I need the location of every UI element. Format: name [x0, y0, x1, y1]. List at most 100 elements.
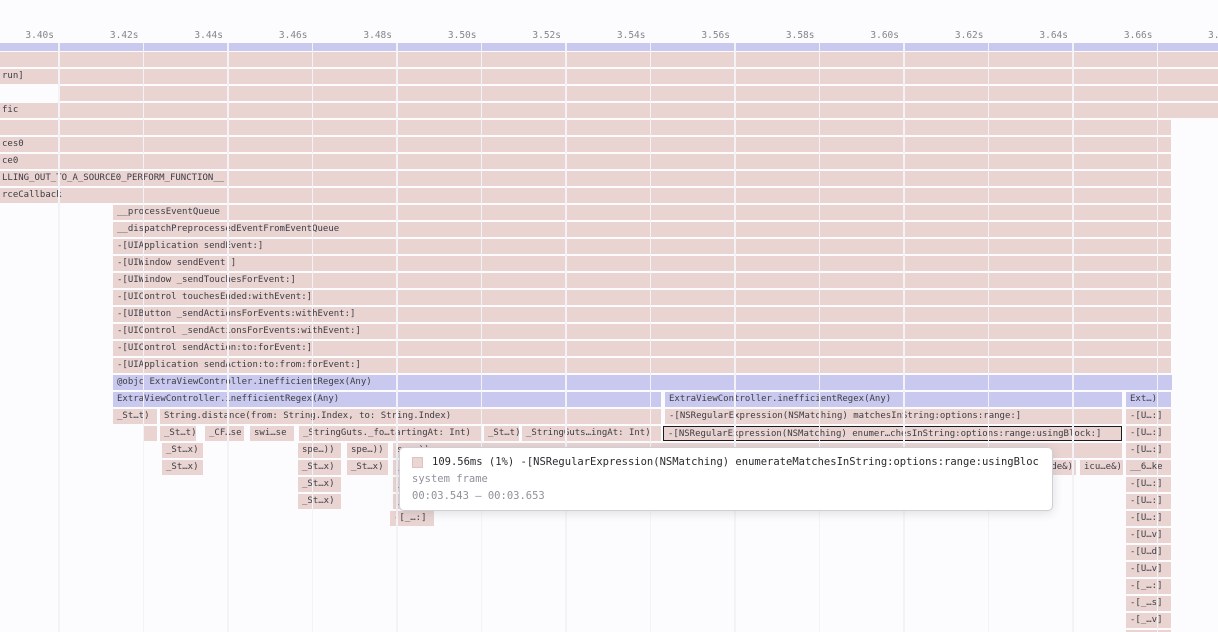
flame-bar[interactable]: run] [0, 69, 1218, 84]
flame-bar[interactable]: ExtraViewController.inefficientRegex(Any… [665, 392, 1122, 407]
flame-chart[interactable]: 3.40s3.42s3.44s3.46s3.48s3.50s3.52s3.54s… [0, 0, 1218, 632]
flame-bar-label: __processEventQueue [113, 205, 1171, 220]
ruler-tick-label: 3.52s [507, 29, 561, 42]
tooltip-frame-kind: system frame [412, 473, 1040, 485]
flame-bar-label: -[UIButton _sendActionsForEvents:withEve… [113, 307, 1171, 322]
flame-bar[interactable]: spe…)) [298, 443, 341, 458]
flame-bar[interactable]: Ext…) [1126, 392, 1171, 407]
flame-bar-label: _St…t) [113, 409, 157, 424]
flame-bar[interactable]: @objc ExtraViewController.inefficientReg… [113, 375, 1172, 390]
flame-bar[interactable]: _St…x) [347, 460, 388, 475]
flame-bar[interactable] [0, 43, 1218, 51]
flame-bar[interactable]: -[UIControl sendAction:to:forEvent:] [113, 341, 1171, 356]
flame-bar-label: spe…)) [298, 443, 341, 458]
ruler-tick-label: 3. [1208, 29, 1218, 42]
flame-bar-label: spe…)) [347, 443, 388, 458]
flame-bar-label: -[U…:] [1126, 409, 1171, 424]
flame-bar[interactable]: ExtraViewController.inefficientRegex(Any… [113, 392, 661, 407]
flame-bar[interactable] [143, 426, 157, 441]
flame-bar[interactable]: String.distance(from: String.Index, to: … [160, 409, 661, 424]
flame-bar[interactable]: _St…x) [162, 460, 203, 475]
flame-bar-label: _St…x) [162, 443, 203, 458]
flame-bar-label: -[_…:] [390, 511, 434, 526]
flame-bar[interactable] [0, 52, 1218, 67]
flame-bar-label: -[NSRegularExpression(NSMatching) matche… [665, 409, 1122, 424]
flame-bar-label: fic [0, 103, 1218, 118]
flame-bar-label: ExtraViewController.inefficientRegex(Any… [113, 392, 661, 407]
flame-bar-label-tail: de&) [1051, 460, 1073, 475]
flame-bar[interactable]: -[UIApplication sendEvent:] [113, 239, 1171, 254]
flame-bar[interactable]: -[U…:] [1126, 477, 1171, 492]
flame-bar-label: ce0 [0, 154, 1171, 169]
flame-bar-label: -[U…:] [1126, 477, 1171, 492]
flame-bar[interactable]: ce0 [0, 154, 1171, 169]
flame-bar-label: _StringGuts._fo…tartingAt: Int) [299, 426, 481, 441]
flame-bar-label: -[UIWindow _sendTouchesForEvent:] [113, 273, 1171, 288]
flame-bar-label: -[U…:] [1126, 426, 1171, 441]
flame-bar[interactable]: -[UIWindow sendEvent:] [113, 256, 1171, 271]
flame-bar[interactable]: -[U…:] [1126, 409, 1171, 424]
flame-bar[interactable] [59, 86, 1218, 101]
flame-bar[interactable]: -[U…v] [1126, 528, 1171, 543]
flame-bar[interactable]: -[UIControl touchesEnded:withEvent:] [113, 290, 1171, 305]
flame-bar[interactable]: fic [0, 103, 1218, 118]
flame-bar[interactable]: -[UIWindow _sendTouchesForEvent:] [113, 273, 1171, 288]
flame-bar[interactable]: -[_…:] [390, 511, 434, 526]
flame-bar[interactable]: -[U…d] [1126, 545, 1171, 560]
flame-bar[interactable]: __6…ke [1126, 460, 1171, 475]
ruler-tick-label: 3.62s [930, 29, 984, 42]
flame-bar[interactable]: _St…x) [298, 477, 341, 492]
flame-bar-label: -[UIControl touchesEnded:withEvent:] [113, 290, 1171, 305]
flame-bar[interactable]: -[_…v] [1126, 613, 1171, 628]
flame-bar-label: -[U…:] [1126, 494, 1171, 509]
flame-bar[interactable]: _StringGuts…ingAt: Int) [522, 426, 661, 441]
flame-bar[interactable]: _St…t) [113, 409, 157, 424]
flame-bar[interactable]: __processEventQueue [113, 205, 1171, 220]
flame-bar-label: String.distance(from: String.Index, to: … [160, 409, 661, 424]
flame-bar[interactable]: rceCallback [0, 188, 1171, 203]
flame-bar[interactable]: icu…e&) [1080, 460, 1123, 475]
flame-bar[interactable]: LLING_OUT_TO_A_SOURCE0_PERFORM_FUNCTION_… [0, 171, 1171, 186]
tooltip-duration-symbol: 109.56ms (1%) -[NSRegularExpression(NSMa… [432, 456, 1040, 468]
flame-bar[interactable]: -[U…:] [1126, 511, 1171, 526]
flame-bar[interactable]: -[UIButton _sendActionsForEvents:withEve… [113, 307, 1171, 322]
flame-bar-label: __dispatchPreprocessedEventFromEventQueu… [113, 222, 1171, 237]
flame-bar[interactable]: -[U…:] [1126, 443, 1171, 458]
flame-bar[interactable]: -[U…v] [1126, 562, 1171, 577]
flame-bar-label: swi…se [250, 426, 294, 441]
ruler-tick-label: 3.64s [1014, 29, 1068, 42]
flame-bar[interactable]: -[NSRegularExpression(NSMatching) matche… [665, 409, 1122, 424]
flame-bar[interactable]: _St…t) [484, 426, 519, 441]
flame-bar[interactable]: _St…t) [160, 426, 196, 441]
flame-bar[interactable]: -[U…:] [1126, 494, 1171, 509]
tooltip-time-range: 00:03.543 — 00:03.653 [412, 490, 1040, 502]
flame-bar[interactable]: -[_…s] [1126, 596, 1171, 611]
flame-bar[interactable]: -[UIControl _sendActionsForEvents:withEv… [113, 324, 1171, 339]
flame-bar-label: -[U…:] [1126, 443, 1171, 458]
flame-bar[interactable]: spe…)) [347, 443, 388, 458]
flame-bar[interactable]: -[U…:] [1126, 426, 1171, 441]
flame-bar-label: -[NSRegularExpression(NSMatching) enumer… [664, 427, 1121, 441]
flame-bar-label: _St…x) [347, 460, 388, 475]
flame-bar[interactable]: _CF…se [205, 426, 244, 441]
flame-bar[interactable]: _StringGuts._fo…tartingAt: Int) [299, 426, 481, 441]
flame-bar[interactable] [0, 120, 1171, 135]
tooltip: 109.56ms (1%) -[NSRegularExpression(NSMa… [399, 447, 1053, 511]
flame-bar-selected[interactable]: -[NSRegularExpression(NSMatching) enumer… [663, 426, 1122, 441]
flame-bar[interactable]: _St…x) [298, 460, 341, 475]
flame-bar-label: ExtraViewController.inefficientRegex(Any… [665, 392, 1122, 407]
flame-bar[interactable]: ces0 [0, 137, 1171, 152]
flame-bar[interactable]: swi…se [250, 426, 294, 441]
flame-bar[interactable]: _St…x) [298, 494, 341, 509]
flame-bar-label: _CF…se [205, 426, 244, 441]
flame-bar-label: -[UIControl sendAction:to:forEvent:] [113, 341, 1171, 356]
flame-bar[interactable]: -[UIApplication sendAction:to:from:forEv… [113, 358, 1171, 373]
flame-bar-label: _St…x) [162, 460, 203, 475]
flame-bar-label: _St…x) [298, 460, 341, 475]
flame-bar-label: LLING_OUT_TO_A_SOURCE0_PERFORM_FUNCTION_… [0, 171, 1171, 186]
flame-bar[interactable]: _St…x) [162, 443, 203, 458]
flame-bar-label: _St…x) [298, 477, 341, 492]
flame-bar[interactable]: -[_…:] [1126, 579, 1171, 594]
flame-bar-label: icu…e&) [1080, 460, 1123, 475]
flame-bar[interactable]: __dispatchPreprocessedEventFromEventQueu… [113, 222, 1171, 237]
